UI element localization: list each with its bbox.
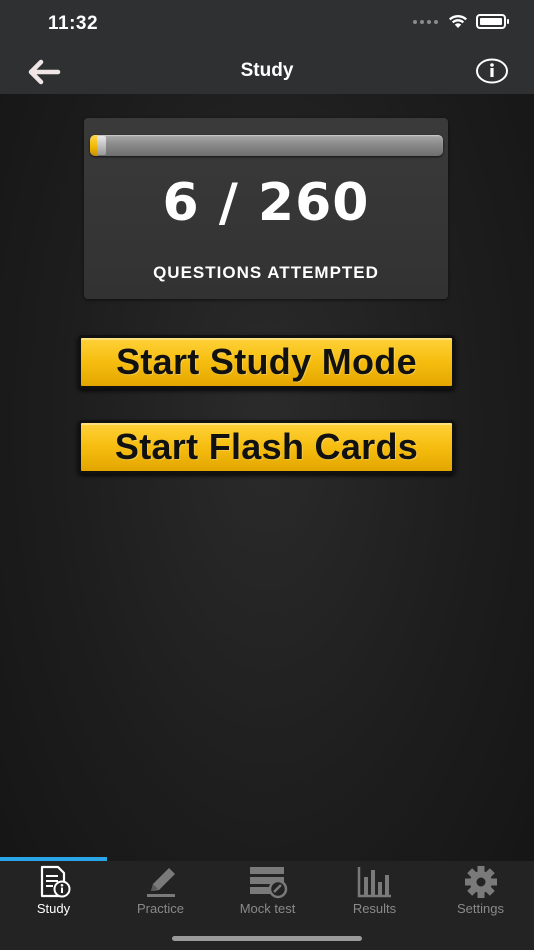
tab-mock-test[interactable]: Mock test [214,861,321,921]
study-document-icon [40,865,70,898]
info-icon [476,58,508,84]
study-screen: 11:32 Study 6 / 260 QUESTIONS ATTEMPTED … [0,0,534,950]
questions-attempted-label: QUESTIONS ATTEMPTED [153,263,379,282]
tab-results[interactable]: Results [321,861,428,921]
home-indicator [172,936,362,941]
tab-label-practice: Practice [137,901,184,916]
start-study-mode-button[interactable]: Start Study Mode [78,335,455,389]
mock-test-icon [249,867,287,899]
info-button[interactable] [476,58,508,84]
pencil-icon [146,868,175,897]
tab-label-mock-test: Mock test [239,901,296,916]
tab-study[interactable]: Study [0,861,107,921]
cellular-signal-icon [413,19,438,24]
tab-label-results: Results [352,901,397,916]
start-flash-cards-button[interactable]: Start Flash Cards [78,420,455,474]
wifi-icon [449,14,467,28]
navigation-bar: Study [0,50,534,94]
progress-bar [90,135,443,156]
progress-bar-knob [97,136,106,155]
progress-card: 6 / 260 QUESTIONS ATTEMPTED [84,118,448,299]
bar-chart-icon [357,867,391,898]
tab-label-study: Study [36,901,71,916]
gear-icon [464,866,497,898]
battery-icon [476,14,509,29]
questions-attempted-count: 6 / 260 [162,173,370,233]
tab-practice[interactable]: Practice [107,861,214,921]
status-bar: 11:32 [0,0,534,50]
status-icons [413,14,509,29]
tab-settings[interactable]: Settings [427,861,534,921]
status-time: 11:32 [48,13,99,34]
page-title: Study [240,60,294,81]
tab-label-settings: Settings [457,901,504,916]
